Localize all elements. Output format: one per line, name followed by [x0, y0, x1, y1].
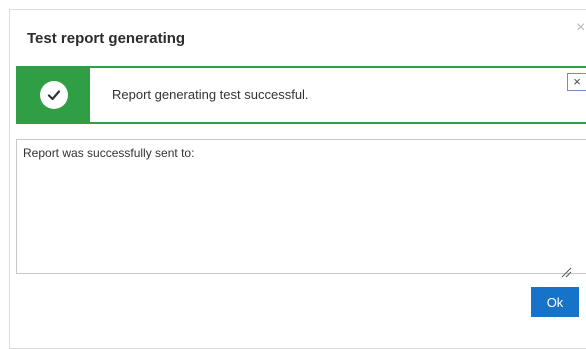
alert-icon-area [18, 68, 90, 122]
alert-message: Report generating test successful. [112, 87, 309, 102]
resize-grip-icon[interactable] [560, 266, 572, 278]
success-alert: Report generating test successful. × [16, 66, 586, 124]
ok-button[interactable]: Ok [531, 287, 579, 317]
check-icon [47, 90, 61, 101]
check-circle-icon [40, 81, 68, 109]
dialog-close-icon[interactable]: × [576, 20, 585, 36]
alert-close-button[interactable]: × [567, 73, 586, 91]
dialog-title: Test report generating [27, 30, 186, 47]
report-message-textarea[interactable]: Report was successfully sent to: [16, 139, 586, 274]
